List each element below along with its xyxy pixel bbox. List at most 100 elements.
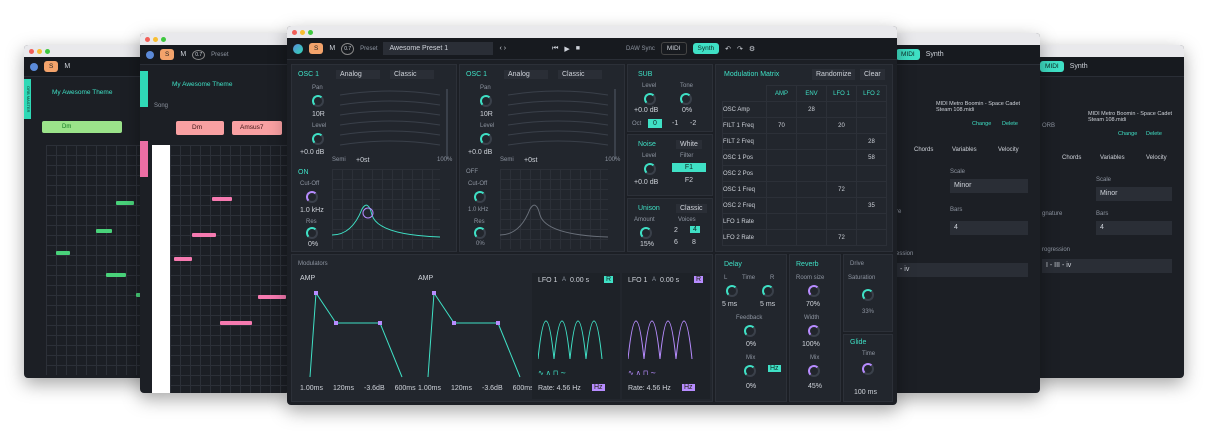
delay-r-knob[interactable]	[762, 285, 774, 297]
filter-display[interactable]	[499, 169, 609, 249]
delay-mix-knob[interactable]	[744, 365, 756, 377]
cell[interactable]	[796, 149, 827, 166]
solo-button[interactable]: S	[160, 49, 175, 60]
unison-amount-knob[interactable]	[640, 227, 652, 239]
synth-tab[interactable]: Synth	[926, 51, 944, 58]
level-knob[interactable]	[312, 133, 324, 145]
note[interactable]	[116, 201, 134, 205]
oct-0[interactable]: 0	[648, 119, 662, 128]
solo-button[interactable]: S	[309, 43, 324, 54]
tab-velocity[interactable]: Velocity	[998, 147, 1019, 153]
cell[interactable]	[856, 181, 887, 198]
undo-icon[interactable]: ↶	[725, 45, 731, 53]
osc2-type-select[interactable]: Classic	[558, 70, 602, 79]
cell[interactable]	[796, 197, 827, 214]
preset-select[interactable]: Awesome Preset 1	[383, 42, 494, 55]
synth-tab[interactable]: Synth	[1070, 63, 1088, 70]
cell[interactable]: 28	[796, 101, 827, 118]
osc1-wave-select[interactable]: Analog	[336, 70, 380, 79]
cell[interactable]	[826, 149, 857, 166]
cell[interactable]	[766, 101, 797, 118]
cell[interactable]: 58	[856, 149, 887, 166]
voices-2[interactable]: 2	[674, 227, 678, 234]
note[interactable]	[174, 257, 192, 261]
cell[interactable]	[826, 101, 857, 118]
tab-chords[interactable]: Chords	[1062, 155, 1081, 161]
width-knob[interactable]	[808, 325, 820, 337]
amp2-envelope[interactable]	[424, 287, 524, 383]
saturation-knob[interactable]	[862, 289, 874, 301]
gear-icon[interactable]: ⚙	[749, 45, 755, 53]
bpm-knob[interactable]: 0.7	[341, 42, 355, 55]
note[interactable]	[212, 197, 232, 201]
cell[interactable]: 28	[856, 133, 887, 150]
chord-amsus7[interactable]: Amsus7	[232, 121, 282, 135]
lfo2-hz-button[interactable]: Hz	[682, 384, 695, 391]
cell[interactable]	[856, 117, 887, 134]
daw-sync-button[interactable]: DAW Sync	[626, 46, 655, 52]
tab-variables[interactable]: Variables	[1100, 155, 1125, 161]
midi-tab[interactable]: MIDI	[1040, 61, 1064, 72]
tab-velocity[interactable]: Velocity	[1146, 155, 1167, 161]
skip-back-icon[interactable]: ⏮	[552, 45, 558, 53]
bars-select[interactable]: 4	[1096, 221, 1172, 235]
cell[interactable]	[856, 229, 887, 246]
tab-variables[interactable]: Variables	[952, 147, 977, 153]
delete-link[interactable]: Delete	[1146, 131, 1162, 137]
reverb-mix-knob[interactable]	[808, 365, 820, 377]
progression-select[interactable]: - iv	[896, 263, 1028, 277]
amp1-envelope[interactable]	[306, 287, 406, 383]
cell[interactable]	[826, 213, 857, 230]
orb-bass-tab[interactable]	[140, 141, 148, 177]
orb-master-tab[interactable]: ORB MASTER	[24, 79, 31, 119]
change-link[interactable]: Change	[1118, 131, 1137, 137]
chord-pill[interactable]: Dm	[42, 121, 122, 133]
tab-chords[interactable]: Chords	[914, 147, 933, 153]
scale-select[interactable]: Minor	[1096, 187, 1172, 201]
lfo1-retrigger[interactable]: R	[604, 276, 614, 283]
sub-level-knob[interactable]	[644, 93, 656, 105]
cell[interactable]	[766, 181, 797, 198]
cutoff-knob[interactable]	[306, 191, 318, 203]
pan-knob[interactable]	[312, 95, 324, 107]
cell[interactable]	[856, 213, 887, 230]
cell[interactable]	[766, 149, 797, 166]
cell[interactable]: 20	[826, 117, 857, 134]
noise-f1[interactable]: F1	[672, 163, 706, 172]
lfo2-retrigger[interactable]: R	[694, 276, 704, 283]
oct-minus2[interactable]: -2	[690, 120, 696, 127]
res-knob[interactable]	[306, 227, 318, 239]
cell[interactable]	[856, 165, 887, 182]
stop-icon[interactable]: ■	[576, 45, 580, 52]
delay-l-knob[interactable]	[726, 285, 738, 297]
noise-level-knob[interactable]	[644, 163, 656, 175]
filter-off-toggle[interactable]: OFF	[466, 169, 478, 175]
cell[interactable]	[766, 133, 797, 150]
noise-type-select[interactable]: White	[676, 140, 702, 149]
osc2-wave-select[interactable]: Analog	[504, 70, 548, 79]
mute-button[interactable]: M	[329, 45, 335, 52]
bpm-knob[interactable]: 0.7	[192, 49, 206, 60]
progression-select[interactable]: I - III - iv	[1042, 259, 1172, 273]
cell[interactable]	[766, 197, 797, 214]
cell[interactable]	[796, 213, 827, 230]
voices-6[interactable]: 6	[674, 239, 678, 246]
synth-tab[interactable]: Synth	[692, 43, 720, 54]
noise-f2[interactable]: F2	[672, 177, 706, 184]
glide-time-knob[interactable]	[862, 363, 874, 375]
cell[interactable]	[826, 133, 857, 150]
cell[interactable]	[796, 229, 827, 246]
lfo1-hz-button[interactable]: Hz	[592, 384, 605, 391]
piano-roll[interactable]	[46, 145, 152, 375]
redo-icon[interactable]: ↷	[737, 45, 743, 53]
midi-tab[interactable]: MIDI	[660, 42, 687, 55]
cell[interactable]	[826, 165, 857, 182]
midi-tab[interactable]: MIDI	[896, 49, 920, 60]
cell[interactable]	[796, 117, 827, 134]
voices-4[interactable]: 4	[690, 226, 700, 233]
change-link[interactable]: Change	[972, 121, 991, 127]
filter-on-toggle[interactable]: ON	[298, 169, 309, 176]
level-knob[interactable]	[480, 133, 492, 145]
oct-minus1[interactable]: -1	[672, 120, 678, 127]
voices-8[interactable]: 8	[692, 239, 696, 246]
